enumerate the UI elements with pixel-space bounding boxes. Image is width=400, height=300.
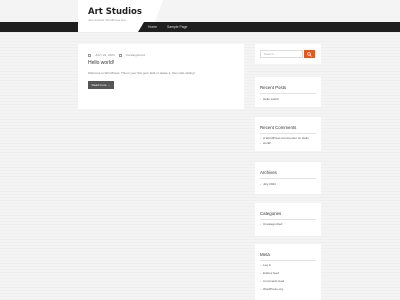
branding-wedge — [78, 22, 144, 32]
archives-widget: Archives July 2024 — [255, 162, 321, 194]
recent-post-link[interactable]: Hello world! — [260, 97, 279, 101]
nav-item-sample-page[interactable]: Sample Page — [161, 22, 193, 32]
widget-divider — [260, 133, 316, 134]
widget-title: Categories — [260, 211, 282, 216]
recent-posts-widget: Recent Posts Hello world! — [255, 77, 321, 107]
post-category[interactable]: Uncategorized — [126, 53, 145, 57]
widget-divider — [260, 93, 316, 94]
read-more-button[interactable]: Read more → — [88, 81, 114, 89]
site-header: Art Studios Just another WordPress site — [0, 0, 400, 22]
meta-widget: Meta Log in Entries feed Comments feed W… — [255, 244, 321, 300]
widget-divider — [260, 260, 316, 261]
post-excerpt: Welcome to WordPress. This is your first… — [88, 71, 195, 75]
widget-divider — [260, 178, 316, 179]
search-input[interactable]: Search ... — [260, 50, 303, 58]
category-link[interactable]: Uncategorized — [260, 222, 282, 226]
widget-title: Archives — [260, 170, 277, 175]
widget-title: Meta — [260, 252, 270, 257]
site-title[interactable]: Art Studios — [88, 7, 142, 17]
widget-divider — [260, 219, 316, 220]
search-widget: Search ... — [255, 44, 321, 64]
nav-item-home[interactable]: Home — [142, 22, 163, 32]
main-navigation: Home Sample Page — [0, 22, 400, 32]
calendar-icon — [88, 53, 91, 57]
categories-widget: Categories Uncategorized — [255, 203, 321, 236]
widget-title: Recent Posts — [260, 85, 287, 90]
post-title[interactable]: Hello world! — [88, 60, 114, 66]
recent-comment-link[interactable]: A WordPress Commenter on Hello — [260, 136, 309, 140]
meta-wordpress-link[interactable]: WordPress.org — [260, 287, 283, 291]
folder-icon — [118, 53, 122, 57]
search-icon — [307, 51, 312, 57]
post-date[interactable]: JULY 23, 2024 — [95, 53, 115, 57]
archive-link[interactable]: July 2024 — [260, 182, 276, 186]
recent-comments-widget: Recent Comments A WordPress Commenter on… — [255, 117, 321, 151]
widget-title: Recent Comments — [260, 125, 297, 130]
meta-login-link[interactable]: Log in — [260, 263, 271, 267]
recent-comment-link-continued[interactable]: world! — [260, 141, 271, 145]
meta-comments-feed-link[interactable]: Comments feed — [260, 279, 284, 283]
post-card: JULY 23, 2024 Uncategorized Hello world!… — [78, 44, 244, 109]
post-meta: JULY 23, 2024 Uncategorized — [88, 53, 145, 57]
site-branding: Art Studios Just another WordPress site — [78, 0, 163, 22]
search-button[interactable] — [304, 50, 315, 58]
meta-entries-feed-link[interactable]: Entries feed — [260, 271, 279, 275]
